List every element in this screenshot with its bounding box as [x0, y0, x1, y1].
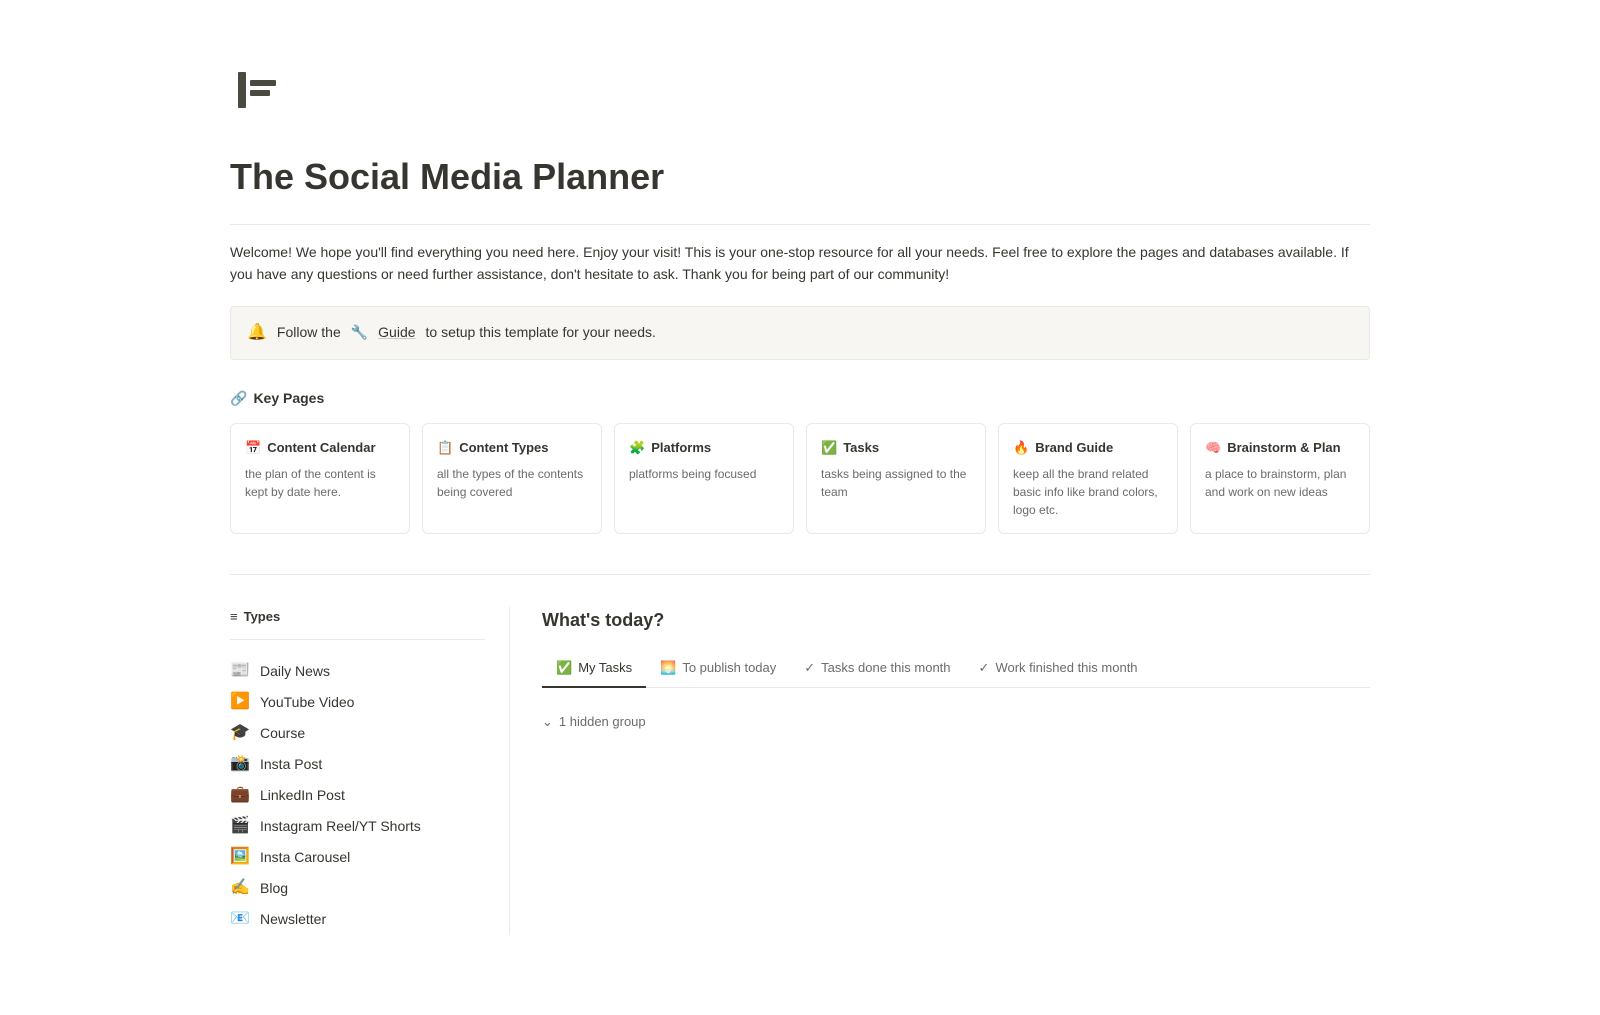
type-icon-2: 🎓 [230, 723, 250, 743]
key-page-card-3[interactable]: ✅ Tasks tasks being assigned to the team [806, 423, 986, 535]
types-sidebar: ≡ Types 📰 Daily News ▶️ YouTube Video 🎓 … [230, 607, 510, 935]
card-icon-1: 📋 [437, 438, 453, 458]
type-icon-6: 🖼️ [230, 847, 250, 867]
card-title-0: 📅 Content Calendar [245, 438, 395, 458]
type-label-6: Insta Carousel [260, 847, 350, 868]
logo-area [230, 60, 1370, 126]
type-icon-4: 💼 [230, 785, 250, 805]
type-label-5: Instagram Reel/YT Shorts [260, 816, 421, 837]
card-label-5: Brainstorm & Plan [1227, 438, 1340, 458]
key-page-card-1[interactable]: 📋 Content Types all the types of the con… [422, 423, 602, 535]
type-label-4: LinkedIn Post [260, 785, 345, 806]
tab-icon-3: ✓ [979, 658, 990, 678]
whats-today-section: What's today? ✅ My Tasks 🌅 To publish to… [510, 607, 1370, 935]
type-item-4[interactable]: 💼 LinkedIn Post [230, 780, 485, 811]
card-desc-4: keep all the brand related basic info li… [1013, 465, 1163, 519]
bell-icon: 🔔 [247, 321, 267, 345]
card-label-1: Content Types [459, 438, 548, 458]
card-title-1: 📋 Content Types [437, 438, 587, 458]
tab-icon-2: ✓ [804, 658, 815, 678]
tab-2[interactable]: ✓ Tasks done this month [790, 650, 964, 688]
logo-icon [230, 60, 290, 120]
callout-box: 🔔 Follow the 🔧 Guide to setup this templ… [230, 306, 1370, 360]
type-label-2: Course [260, 723, 305, 744]
link-icon: 🔗 [230, 388, 247, 409]
tab-label-1: To publish today [682, 658, 776, 678]
welcome-text: Welcome! We hope you'll find everything … [230, 241, 1370, 286]
tab-0[interactable]: ✅ My Tasks [542, 650, 646, 688]
card-icon-5: 🧠 [1205, 438, 1221, 458]
chevron-down-icon: ⌄ [542, 712, 553, 732]
type-icon-1: ▶️ [230, 692, 250, 712]
tab-1[interactable]: 🌅 To publish today [646, 650, 790, 688]
card-title-5: 🧠 Brainstorm & Plan [1205, 438, 1355, 458]
guide-emoji: 🔧 [351, 322, 368, 343]
card-icon-4: 🔥 [1013, 438, 1029, 458]
key-pages-grid: 📅 Content Calendar the plan of the conte… [230, 423, 1370, 535]
type-icon-3: 📸 [230, 754, 250, 774]
hidden-group[interactable]: ⌄ 1 hidden group [542, 704, 1370, 740]
card-title-3: ✅ Tasks [821, 438, 971, 458]
key-page-card-0[interactable]: 📅 Content Calendar the plan of the conte… [230, 423, 410, 535]
type-item-8[interactable]: 📧 Newsletter [230, 904, 485, 935]
card-desc-1: all the types of the contents being cove… [437, 465, 587, 501]
type-icon-7: ✍️ [230, 878, 250, 898]
list-icon: ≡ [230, 607, 238, 627]
card-icon-0: 📅 [245, 438, 261, 458]
type-label-3: Insta Post [260, 754, 322, 775]
tab-icon-0: ✅ [556, 658, 572, 678]
tab-3[interactable]: ✓ Work finished this month [965, 650, 1152, 688]
tab-label-0: My Tasks [578, 658, 632, 678]
type-item-0[interactable]: 📰 Daily News [230, 656, 485, 687]
key-pages-label: Key Pages [253, 388, 324, 409]
type-label-1: YouTube Video [260, 692, 354, 713]
type-icon-8: 📧 [230, 909, 250, 929]
key-pages-header: 🔗 Key Pages [230, 388, 1370, 409]
key-page-card-5[interactable]: 🧠 Brainstorm & Plan a place to brainstor… [1190, 423, 1370, 535]
card-title-4: 🔥 Brand Guide [1013, 438, 1163, 458]
type-item-3[interactable]: 📸 Insta Post [230, 749, 485, 780]
card-icon-2: 🧩 [629, 438, 645, 458]
card-label-2: Platforms [651, 438, 711, 458]
type-label-0: Daily News [260, 661, 330, 682]
card-title-2: 🧩 Platforms [629, 438, 779, 458]
title-divider [230, 224, 1370, 225]
type-item-5[interactable]: 🎬 Instagram Reel/YT Shorts [230, 811, 485, 842]
card-label-3: Tasks [843, 438, 879, 458]
hidden-group-text: 1 hidden group [559, 712, 646, 732]
page-title: The Social Media Planner [230, 150, 1370, 204]
card-desc-3: tasks being assigned to the team [821, 465, 971, 501]
tab-label-3: Work finished this month [995, 658, 1137, 678]
card-label-0: Content Calendar [267, 438, 375, 458]
key-page-card-2[interactable]: 🧩 Platforms platforms being focused [614, 423, 794, 535]
type-item-7[interactable]: ✍️ Blog [230, 873, 485, 904]
key-page-card-4[interactable]: 🔥 Brand Guide keep all the brand related… [998, 423, 1178, 535]
card-desc-2: platforms being focused [629, 465, 779, 483]
type-label-7: Blog [260, 878, 288, 899]
bottom-section: ≡ Types 📰 Daily News ▶️ YouTube Video 🎓 … [230, 574, 1370, 935]
guide-link[interactable]: Guide [378, 322, 415, 343]
type-icon-5: 🎬 [230, 816, 250, 836]
types-list: 📰 Daily News ▶️ YouTube Video 🎓 Course 📸… [230, 656, 485, 935]
card-desc-5: a place to brainstorm, plan and work on … [1205, 465, 1355, 501]
tabs-bar: ✅ My Tasks 🌅 To publish today ✓ Tasks do… [542, 650, 1370, 688]
tab-icon-1: 🌅 [660, 658, 676, 678]
card-label-4: Brand Guide [1035, 438, 1113, 458]
callout-suffix: to setup this template for your needs. [426, 322, 656, 343]
callout-prefix: Follow the [277, 322, 341, 343]
type-label-8: Newsletter [260, 909, 326, 930]
type-item-6[interactable]: 🖼️ Insta Carousel [230, 842, 485, 873]
card-icon-3: ✅ [821, 438, 837, 458]
type-item-1[interactable]: ▶️ YouTube Video [230, 687, 485, 718]
whats-today-title: What's today? [542, 607, 1370, 634]
type-item-2[interactable]: 🎓 Course [230, 718, 485, 749]
types-label: Types [244, 607, 281, 627]
types-header: ≡ Types [230, 607, 485, 640]
type-icon-0: 📰 [230, 661, 250, 681]
tab-label-2: Tasks done this month [821, 658, 950, 678]
card-desc-0: the plan of the content is kept by date … [245, 465, 395, 501]
